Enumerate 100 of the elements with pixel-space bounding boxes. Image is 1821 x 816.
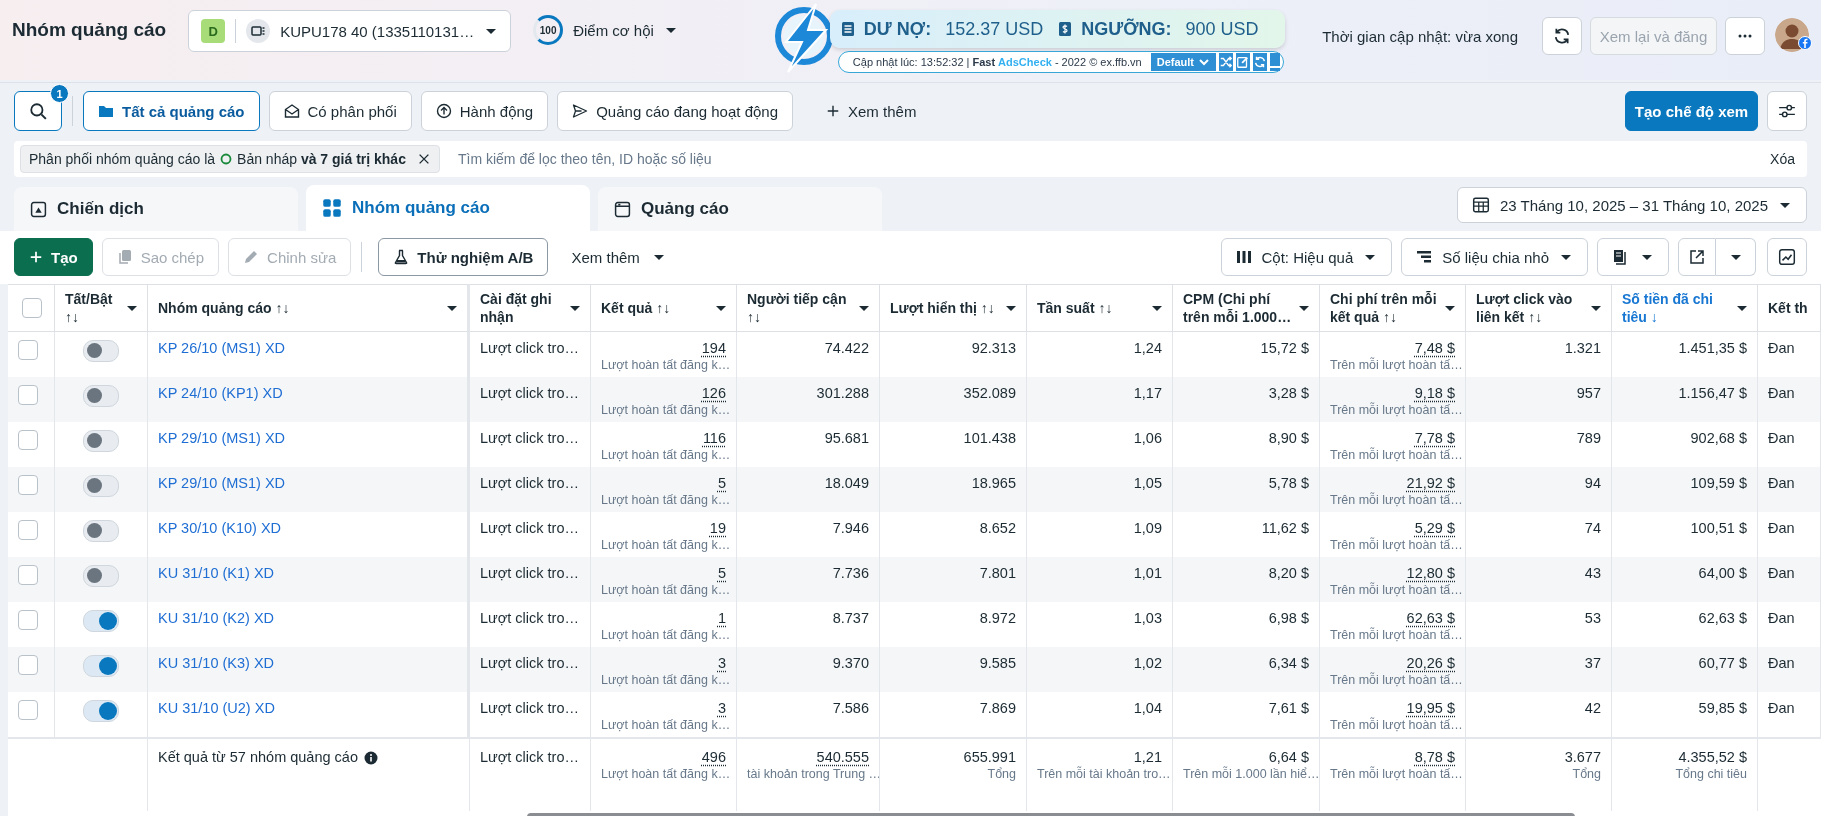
table-cell: 20,26 $ Trên mỗi lượt hoàn tấ… [1320,647,1466,692]
date-range-button[interactable]: 23 Tháng 10, 2025 – 31 Tháng 10, 2025 [1457,187,1807,223]
ad-set-link[interactable]: KU 31/10 (K2) XD [158,610,275,626]
column-header[interactable]: Số tiền đã chi tiêu ↓ [1612,284,1758,332]
column-header[interactable]: Tần suất ↑↓ [1027,284,1173,332]
table-cell: Đan [1758,377,1821,422]
summary-text: Kết quả từ 57 nhóm quảng cáo [158,749,358,765]
checkbox[interactable] [18,700,38,720]
opportunity-score-button[interactable]: 100 Điểm cơ hội [533,10,678,50]
create-view-button[interactable]: Tạo chế độ xem [1625,91,1758,131]
table-cell: 3 Lượt hoàn tất đăng k… [591,647,737,692]
checkbox[interactable] [18,520,38,540]
chart-button[interactable] [1767,238,1807,276]
toggle-switch[interactable] [83,520,119,542]
account-name: KUPU178 40 (1335110131… [280,22,475,40]
column-header[interactable]: Cài đặt ghi nhận [470,284,591,332]
minimize-button[interactable] [1269,53,1280,71]
toggle-switch[interactable] [83,610,119,632]
action-button[interactable]: Thử nghiệm A/B [378,238,549,276]
ad-set-link[interactable]: KP 30/10 (K10) XD [158,520,282,536]
table-cell: 957 [1466,377,1612,422]
table-cell: 126 Lượt hoàn tất đăng k… [591,377,737,422]
see-more-button[interactable]: Xem thêm [812,91,931,131]
toggle-switch[interactable] [83,700,119,722]
table-cell: 109,59 $ [1612,467,1758,512]
ad-set-link[interactable]: KU 31/10 (K1) XD [158,565,275,581]
table-cell: 1,01 [1027,557,1173,602]
toggle-switch[interactable] [83,430,119,452]
edit-button[interactable] [1235,53,1250,71]
column-header[interactable]: Nhóm quảng cáo ↑↓ [148,284,470,332]
dollar-document-icon [1057,20,1074,38]
more-button[interactable] [1725,17,1765,55]
clear-link[interactable]: Xóa [1770,151,1795,167]
checkbox[interactable] [18,430,38,450]
select-all-checkbox[interactable] [22,298,42,318]
book-icon [1612,249,1628,265]
checkbox[interactable] [18,565,38,585]
toggle-switch[interactable] [83,340,119,362]
plus-icon [826,104,840,118]
ad-set-link[interactable]: KP 29/10 (MS1) XD [158,430,286,446]
toggle-switch[interactable] [83,385,119,407]
refresh-icon [1252,55,1267,69]
edit-icon [1235,55,1250,69]
tab[interactable]: Quảng cáo [598,187,882,231]
minimize-icon [1269,66,1280,68]
ad-set-link[interactable]: KU 31/10 (U2) XD [158,700,275,716]
filter-chip[interactable]: Phân phối nhóm quảng cáo là Bản nháp và 7 giá trị khác [20,145,440,173]
table-cell: 9.585 [880,647,1027,692]
table-cell: 94 [1466,467,1612,512]
table-cell: 12,80 $ Trên mỗi lượt hoàn tấ… [1320,557,1466,602]
export-button[interactable] [1678,238,1716,276]
table-cell: 21,92 $ Trên mỗi lượt hoàn tấ… [1320,467,1466,512]
table-cell: 64,00 $ [1612,557,1758,602]
view-button[interactable]: Hành động [420,91,549,131]
toggle-switch[interactable] [83,565,119,587]
table-cell: Đan [1758,557,1821,602]
column-header[interactable]: Kết quả ↑↓ [591,284,737,332]
checkbox[interactable] [18,475,38,495]
column-header[interactable]: Lượt click vào liên kết ↑↓ [1466,284,1612,332]
toggle-switch[interactable] [83,655,119,677]
column-header[interactable]: Người tiếp cận ↑↓ [737,284,880,332]
view-button[interactable]: Tất cả quảng cáo [83,91,260,131]
search-field[interactable]: Tìm kiếm để lọc theo tên, ID hoặc số liệu [457,151,1771,167]
column-header[interactable]: Lượt hiển thị ↑↓ [880,284,1027,332]
action-button[interactable]: Tạo [14,238,93,276]
tab[interactable]: Chiến dịch [14,187,298,231]
column-header[interactable]: CPM (Chi phí trên mỗi 1.000… [1173,284,1320,332]
profile-select[interactable]: Default [1150,53,1216,71]
report-button[interactable] [1597,238,1669,276]
account-selector[interactable]: D KUPU178 40 (1335110131… [188,10,512,52]
search-button[interactable] [14,91,62,131]
column-header[interactable]: Kết th [1758,284,1821,332]
dropdown-button[interactable]: Cột: Hiệu quả [1220,238,1393,276]
ad-set-link[interactable]: KP 24/10 (KP1) XD [158,385,283,401]
count-badge: 1 [50,84,69,103]
table-cell: 1.156,47 $ [1612,377,1758,422]
tab[interactable]: Nhóm quảng cáo [306,185,590,231]
table-cell: Đan [1758,467,1821,512]
dropdown-button[interactable]: Số liệu chia nhỏ [1401,238,1588,276]
table-cell: Lượt click tro… [470,647,591,692]
copyright-text: - 2022 © ex.ffb.vn [1054,56,1142,68]
table-cell: 7.736 [737,557,880,602]
shuffle-button[interactable] [1218,53,1233,71]
view-button[interactable]: Quảng cáo đang hoạt động [557,91,793,131]
ad-set-link[interactable]: KU 31/10 (K3) XD [158,655,275,671]
checkbox[interactable] [18,340,38,360]
chart-icon [1778,248,1796,266]
column-header[interactable]: Chi phí trên mỗi kết quả ↑↓ [1320,284,1466,332]
checkbox[interactable] [18,385,38,405]
checkbox[interactable] [18,610,38,630]
ad-set-link[interactable]: KP 29/10 (MS1) XD [158,475,286,491]
refresh-button[interactable] [1542,17,1582,55]
envelope-icon [283,103,300,119]
table-cell: 6,34 $ [1173,647,1320,692]
checkbox[interactable] [18,655,38,675]
column-header[interactable]: Tất/Bật ↑↓ [55,284,148,332]
view-button[interactable]: Có phân phối [268,91,412,131]
ad-set-link[interactable]: KP 26/10 (MS1) XD [158,340,286,356]
settings-button[interactable] [1767,91,1807,131]
toggle-switch[interactable] [83,475,119,497]
